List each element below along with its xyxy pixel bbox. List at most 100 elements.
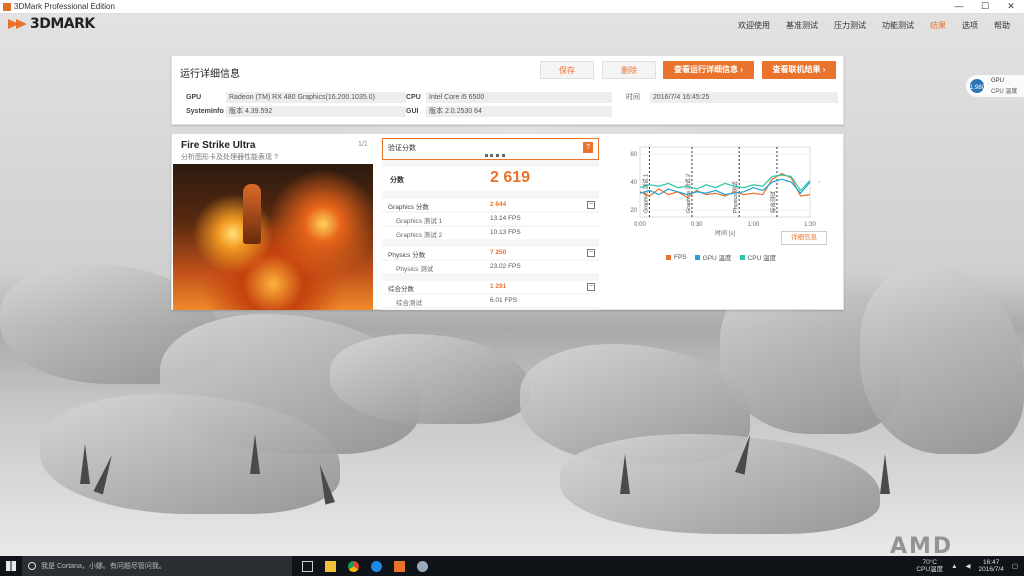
systeminfo-value: 版本 4.39.592 bbox=[226, 105, 406, 117]
nav-welcome[interactable]: 欢迎使用 bbox=[730, 20, 778, 31]
main-score: 分数 2 619 bbox=[382, 167, 599, 191]
run-details-card: 运行详细信息 保存 删除 查看运行详细信息 › 查看联机结果 › GPU Rad… bbox=[171, 55, 844, 125]
combined-test-row: 综合测试 6.01 FPS bbox=[382, 295, 599, 307]
time-row: 时间 2016/7/4 16:45:25 bbox=[626, 91, 838, 103]
gui-value: 版本 2.0.2530 64 bbox=[426, 105, 612, 117]
combined-score-value: 1 291 bbox=[490, 283, 507, 290]
graphics-test-1-row: Graphics 测试 1 13.14 FPS bbox=[382, 213, 599, 225]
loading-dots-icon bbox=[485, 154, 505, 157]
start-button[interactable] bbox=[0, 556, 22, 576]
y-tick-label: 20 bbox=[630, 208, 637, 214]
collapse-icon[interactable]: − bbox=[587, 201, 595, 209]
graphics-score-row: Graphics 分数 2 644 − bbox=[382, 199, 599, 211]
fire-strike-artwork bbox=[173, 164, 373, 310]
cortana-placeholder: 我是 Cortana，小娜。有问题尽管问我。 bbox=[41, 563, 166, 570]
badge-line1: GPU bbox=[991, 78, 1005, 84]
physics-score-label: Physics 分数 bbox=[388, 252, 426, 259]
crystal-spike bbox=[250, 434, 260, 474]
help-icon[interactable]: ? bbox=[583, 142, 593, 153]
edge-icon[interactable] bbox=[371, 560, 382, 572]
graphics-test-2-value: 10.13 FPS bbox=[490, 229, 521, 236]
nav-help[interactable]: 帮助 bbox=[986, 20, 1018, 31]
right-axis-marker: ◦ bbox=[818, 179, 820, 186]
results-card: Fire Strike Ultra 分析图形卡及处理器性能表现 ? 1/1 验证… bbox=[171, 133, 844, 310]
crystal-spike bbox=[620, 454, 630, 494]
delete-button[interactable]: 删除 bbox=[602, 61, 656, 79]
taskbar: 我是 Cortana，小娜。有问题尽管问我。 70°C CPU温度 ▲ ◀ 16:… bbox=[0, 556, 1024, 576]
maximize-button[interactable]: ☐ bbox=[972, 0, 998, 14]
legend-fps[interactable]: FPS bbox=[666, 252, 687, 262]
volume-icon[interactable]: ◀ bbox=[966, 562, 971, 570]
gpu-status-badge[interactable]: 1.98G GPU CPU 温度 bbox=[966, 75, 1024, 97]
app-taskbar-icon[interactable] bbox=[417, 560, 428, 572]
app-logo[interactable]: 3DMARK bbox=[8, 16, 95, 32]
legend-swatch-icon bbox=[739, 254, 745, 260]
view-online-results-button[interactable]: 查看联机结果 › bbox=[762, 61, 836, 79]
physics-test-value: 23.02 FPS bbox=[490, 263, 521, 270]
x-axis-label: 时间 [s] bbox=[715, 229, 735, 237]
cpu-label: CPU bbox=[406, 93, 421, 101]
rock bbox=[860, 264, 1024, 454]
cpu-value: Intel Core i5 6500 bbox=[426, 91, 612, 103]
app-icon bbox=[3, 2, 11, 11]
combined-score-row: 综合分数 1 291 − bbox=[382, 281, 599, 293]
nav-results[interactable]: 结果 bbox=[922, 20, 954, 31]
y-tick-label: 60 bbox=[630, 152, 637, 158]
physics-test-label: Physics 测试 bbox=[396, 266, 434, 273]
time-label: 时间 bbox=[626, 94, 640, 101]
app-header: 3DMARK 欢迎使用 基准测试 压力测试 功能测试 结果 选项 帮助 bbox=[0, 14, 1024, 38]
notifications-icon[interactable]: ▢ bbox=[1012, 562, 1018, 570]
details-button[interactable]: 详细信息 bbox=[781, 231, 827, 245]
test-pager[interactable]: 1/1 bbox=[358, 141, 368, 148]
combined-score-label: 综合分数 bbox=[388, 286, 414, 293]
nav-stress-tests[interactable]: 压力测试 bbox=[826, 20, 874, 31]
rock bbox=[560, 434, 880, 534]
physics-test-row: Physics 测试 23.02 FPS bbox=[382, 261, 599, 273]
save-button[interactable]: 保存 bbox=[540, 61, 594, 79]
nav-benchmarks[interactable]: 基准测试 bbox=[778, 20, 826, 31]
artwork-figure bbox=[243, 184, 261, 244]
legend-fps-label: FPS bbox=[674, 253, 687, 261]
physics-score-value: 7 250 bbox=[490, 249, 507, 256]
file-explorer-icon[interactable] bbox=[325, 560, 336, 572]
score-column: 验证分数 ? 分数 2 619 Graphics 分数 2 644 − Grap… bbox=[382, 138, 599, 310]
window-titlebar: 3DMark Professional Edition — ☐ ✕ bbox=[0, 0, 1024, 14]
crystal-spike bbox=[880, 454, 890, 494]
legend-cpu-temp[interactable]: CPU 温度 bbox=[739, 252, 776, 262]
clock[interactable]: 16:47 2016/7/4 bbox=[979, 559, 1004, 573]
cortana-search[interactable]: 我是 Cortana，小娜。有问题尽管问我。 bbox=[22, 556, 292, 576]
3dmark-taskbar-icon[interactable] bbox=[394, 560, 405, 572]
graphics-score-value: 2 644 bbox=[490, 201, 507, 208]
legend-gpu-temp-label: GPU 温度 bbox=[702, 255, 732, 262]
section-label: 综合测试 bbox=[769, 190, 777, 213]
cortana-icon bbox=[28, 562, 36, 570]
gpu-value: Radeon (TM) RX 480 Graphics(16.200.1035.… bbox=[226, 91, 406, 103]
minimize-button[interactable]: — bbox=[946, 0, 972, 14]
score-label: 分数 bbox=[390, 177, 404, 184]
network-icon[interactable]: ▲ bbox=[951, 563, 957, 570]
test-subtitle: 分析图形卡及处理器性能表现 ? bbox=[181, 154, 278, 161]
badge-value: 1.98G bbox=[968, 77, 986, 95]
x-tick-label: 0:30 bbox=[691, 222, 703, 228]
gpu-row: GPU Radeon (TM) RX 480 Graphics(16.200.1… bbox=[186, 91, 406, 103]
systeminfo-row: SystemInfo 版本 4.39.592 bbox=[186, 105, 406, 117]
collapse-icon[interactable]: − bbox=[587, 249, 595, 257]
task-view-icon[interactable] bbox=[302, 560, 313, 572]
cpu-row: CPU Intel Core i5 6500 bbox=[406, 91, 616, 103]
legend-gpu-temp[interactable]: GPU 温度 bbox=[694, 252, 732, 262]
monitoring-chart: 60 40 20 0:00 0:30 1:00 1:30 时间 [s] Graphics 测试 … bbox=[610, 139, 838, 305]
combined-test-label: 综合测试 bbox=[396, 300, 422, 307]
system-tray: 70°C CPU温度 ▲ ◀ 16:47 2016/7/4 ▢ bbox=[916, 559, 1018, 573]
collapse-icon[interactable]: − bbox=[587, 283, 595, 291]
y-tick-label: 40 bbox=[630, 180, 637, 186]
window-controls: — ☐ ✕ bbox=[946, 0, 1024, 14]
valid-score-tab[interactable]: 验证分数 ? bbox=[382, 138, 599, 160]
chrome-icon[interactable] bbox=[348, 560, 359, 572]
graphics-test-2-row: Graphics 测试 2 10.13 FPS bbox=[382, 227, 599, 239]
cpu-temp-readout[interactable]: 70°C CPU温度 bbox=[916, 559, 943, 573]
nav-feature-tests[interactable]: 功能测试 bbox=[874, 20, 922, 31]
view-run-details-button[interactable]: 查看运行详细信息 › bbox=[663, 61, 754, 79]
close-button[interactable]: ✕ bbox=[998, 0, 1024, 14]
top-navigation: 欢迎使用 基准测试 压力测试 功能测试 结果 选项 帮助 bbox=[730, 20, 1018, 31]
nav-options[interactable]: 选项 bbox=[954, 20, 986, 31]
